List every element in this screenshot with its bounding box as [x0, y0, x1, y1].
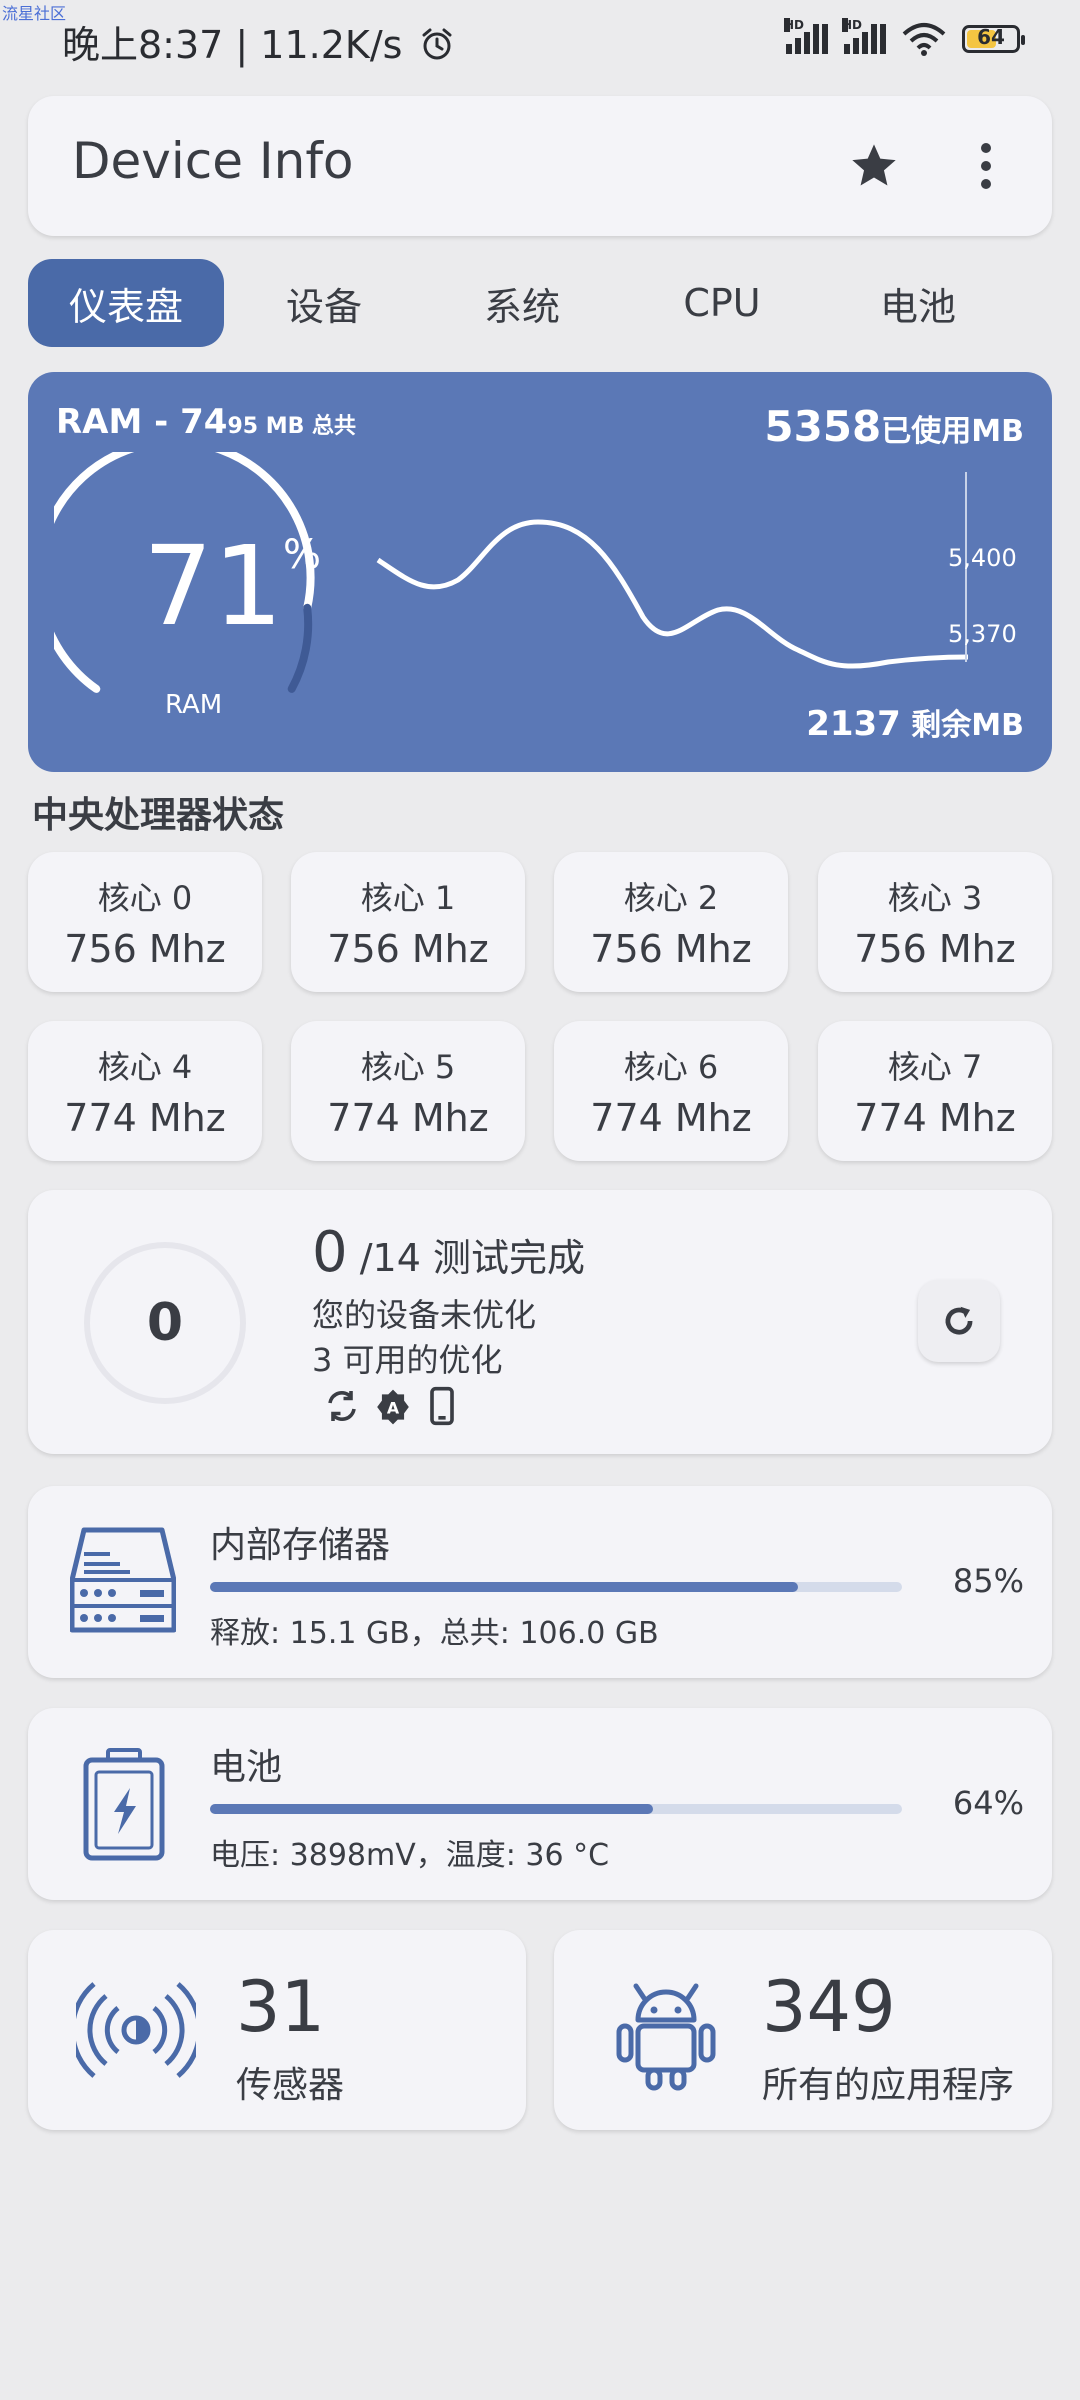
storage-percent: 85%: [952, 1562, 1024, 1600]
storage-icon: [70, 1527, 176, 1633]
apps-count: 349: [762, 1966, 896, 2048]
test-progress: 0 /14 测试完成: [312, 1220, 585, 1285]
wifi-icon: [902, 23, 946, 56]
graph-tick-label: 5,370: [948, 620, 1017, 648]
tab-cpu[interactable]: CPU: [624, 259, 820, 347]
android-icon: [616, 1983, 716, 2091]
battery-detail: 电压: 3898mV，温度: 36 °C: [210, 1838, 610, 1873]
svg-text:A: A: [387, 1398, 400, 1417]
signal-icon-sim1: HD: [784, 18, 828, 54]
battery-title: 电池: [210, 1747, 283, 1788]
cpu-core-card[interactable]: 核心 5 774 Mhz: [291, 1021, 525, 1161]
watermark: 流星社区: [2, 4, 67, 23]
graph-tick-label: 5,400: [948, 544, 1017, 572]
battery-card[interactable]: 电池 电压: 3898mV，温度: 36 °C 64%: [28, 1708, 1052, 1900]
sensors-card[interactable]: 31 传感器: [28, 1930, 526, 2130]
badge-a-icon: A: [377, 1389, 409, 1425]
optimization-status: 您的设备未优化: [312, 1296, 537, 1334]
cpu-core-card[interactable]: 核心 0 756 Mhz: [28, 852, 262, 992]
ram-free: 2137 剩余MB: [806, 704, 1024, 744]
refresh-icon: [945, 1306, 973, 1335]
optimization-card[interactable]: 0 0 /14 测试完成 您的设备未优化 3 可用的优化 A: [28, 1190, 1052, 1454]
ram-used: 5358已使用MB: [764, 402, 1024, 451]
battery-charging-icon: [83, 1748, 165, 1861]
sensors-count: 31: [236, 1966, 326, 2048]
star-icon[interactable]: [848, 140, 900, 192]
sensor-icon: [76, 1982, 196, 2078]
storage-detail: 释放: 15.1 GB，总共: 106.0 GB: [210, 1616, 659, 1651]
ram-card[interactable]: RAM - 7495 MB 总共 5358已使用MB 71% RAM 5,400…: [28, 372, 1052, 772]
tab-dashboard[interactable]: 仪表盘: [28, 259, 224, 347]
app-header: Device Info: [28, 96, 1052, 236]
optimization-available: 3 可用的优化: [312, 1341, 503, 1379]
cpu-core-card[interactable]: 核心 4 774 Mhz: [28, 1021, 262, 1161]
status-icons: HD HD 64: [784, 18, 1025, 56]
cpu-core-card[interactable]: 核心 7 774 Mhz: [818, 1021, 1052, 1161]
apps-card[interactable]: 349 所有的应用程序: [554, 1930, 1052, 2130]
sync-icon: [328, 1391, 356, 1421]
ram-total: RAM - 7495 MB 总共: [56, 402, 357, 442]
cpu-section-title: 中央处理器状态: [32, 795, 285, 836]
tab-device[interactable]: 设备: [226, 259, 422, 347]
ram-gauge-label: RAM: [165, 690, 223, 720]
phone-icon: [430, 1386, 454, 1426]
battery-progress-bar: [210, 1804, 902, 1814]
cpu-core-card[interactable]: 核心 3 756 Mhz: [818, 852, 1052, 992]
cpu-core-card[interactable]: 核心 6 774 Mhz: [554, 1021, 788, 1161]
storage-progress-bar: [210, 1582, 902, 1592]
page-title: Device Info: [72, 132, 354, 190]
cpu-core-card[interactable]: 核心 2 756 Mhz: [554, 852, 788, 992]
storage-title: 内部存储器: [210, 1525, 391, 1566]
refresh-button[interactable]: [918, 1280, 1000, 1362]
cpu-core-card[interactable]: 核心 1 756 Mhz: [291, 852, 525, 992]
more-options-icon[interactable]: [978, 140, 994, 192]
test-score: 0: [146, 1293, 184, 1353]
status-time-speed: 晚上8:37 | 11.2K/s: [62, 14, 455, 69]
ram-percent: 71%: [143, 522, 321, 650]
alarm-icon: [422, 28, 452, 60]
ram-usage-graph: [376, 472, 969, 669]
battery-percent: 64%: [952, 1784, 1024, 1822]
tab-system[interactable]: 系统: [424, 259, 620, 347]
signal-icon-sim2: HD: [842, 18, 886, 54]
storage-card[interactable]: 内部存储器 释放: 15.1 GB，总共: 106.0 GB 85%: [28, 1486, 1052, 1678]
sensors-label: 传感器: [236, 2065, 345, 2106]
tab-battery[interactable]: 电池: [820, 259, 1016, 347]
battery-icon: 64: [962, 25, 1025, 53]
apps-label: 所有的应用程序: [762, 2065, 1015, 2106]
